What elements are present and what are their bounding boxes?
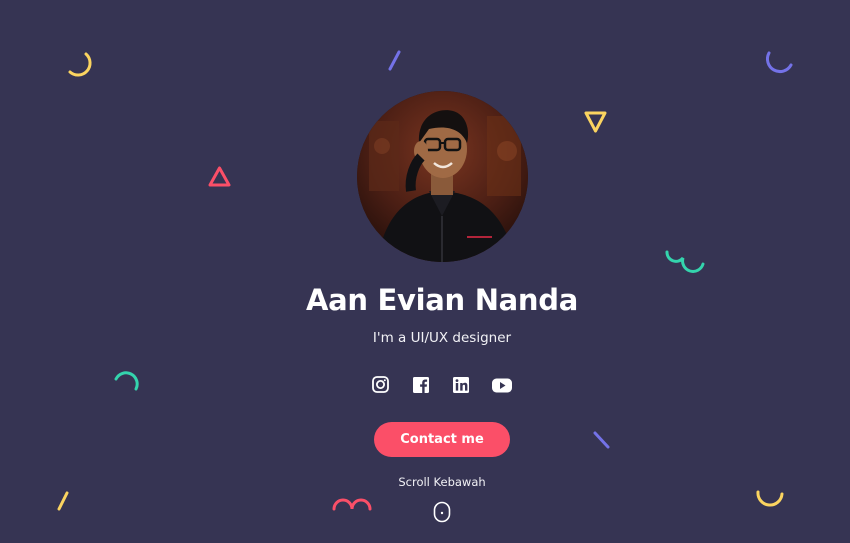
youtube-link[interactable]	[491, 375, 512, 395]
social-links	[371, 375, 513, 395]
contact-button[interactable]: Contact me	[374, 422, 510, 457]
scroll-label: Scroll Kebawah	[398, 475, 486, 489]
instagram-icon	[372, 376, 389, 393]
hero-section: Aan Evian Nanda I'm a UI/UX designer Con…	[0, 0, 850, 543]
profile-name: Aan Evian Nanda	[305, 283, 579, 317]
facebook-icon	[413, 377, 429, 393]
profile-role: I'm a UI/UX designer	[372, 330, 512, 346]
avatar-photo	[357, 91, 528, 262]
mouse-scroll-icon	[433, 501, 451, 523]
facebook-link[interactable]	[411, 375, 431, 395]
instagram-link[interactable]	[371, 375, 391, 395]
linkedin-icon	[453, 377, 469, 393]
linkedin-link[interactable]	[451, 375, 471, 395]
youtube-icon	[492, 378, 512, 393]
page-background: Aan Evian Nanda I'm a UI/UX designer Con…	[0, 0, 850, 543]
avatar	[357, 91, 528, 262]
scroll-down-button[interactable]	[433, 501, 451, 523]
